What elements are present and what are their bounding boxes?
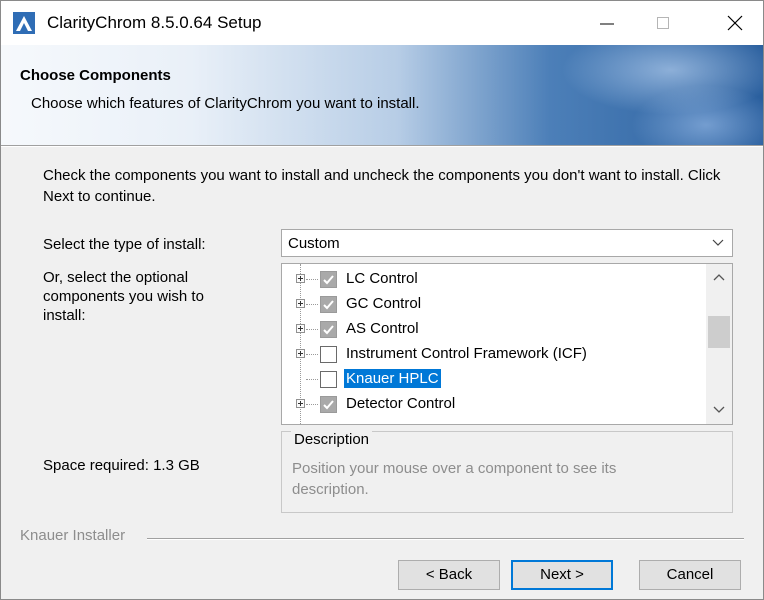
back-button[interactable]: < Back xyxy=(398,560,500,590)
tree-connector xyxy=(306,404,318,405)
tree-connector xyxy=(306,279,318,280)
chevron-down-icon xyxy=(712,239,724,246)
component-label: Instrument Control Framework (ICF) xyxy=(346,345,587,362)
checkmark-icon xyxy=(323,275,334,285)
setup-window: ClarityChrom 8.5.0.64 Setup Choose Compo… xyxy=(0,0,764,600)
next-button-label: Next > xyxy=(540,566,584,583)
tree-item[interactable]: Detector Control xyxy=(282,392,702,417)
component-label: Detector Control xyxy=(346,395,456,412)
description-text: Position your mouse over a component to … xyxy=(292,460,617,498)
install-type-value: Custom xyxy=(288,235,340,252)
minimize-icon xyxy=(600,23,614,25)
minimize-button[interactable] xyxy=(579,1,635,45)
component-checkbox[interactable] xyxy=(320,296,337,313)
cancel-button-label: Cancel xyxy=(666,566,714,583)
component-checkbox[interactable] xyxy=(320,346,337,363)
close-icon xyxy=(727,15,743,31)
component-checkbox[interactable] xyxy=(320,271,337,288)
app-logo-icon xyxy=(13,12,35,34)
component-label: AS Control xyxy=(346,320,419,337)
expand-icon[interactable] xyxy=(296,399,305,408)
component-label: GC Control xyxy=(346,295,422,312)
back-button-label: < Back xyxy=(425,566,473,583)
install-type-dropdown[interactable]: Custom xyxy=(281,229,733,257)
component-checkbox[interactable] xyxy=(320,396,337,413)
maximize-icon xyxy=(657,17,669,29)
close-button[interactable] xyxy=(707,1,763,45)
page-title: Choose Components xyxy=(20,67,171,84)
tree-item[interactable]: Knauer HPLC xyxy=(282,367,702,392)
component-label: LC Control xyxy=(346,270,418,287)
maximize-button[interactable] xyxy=(635,1,691,45)
tree-connector xyxy=(306,329,318,330)
page-subtitle: Choose which features of ClarityChrom yo… xyxy=(31,95,420,112)
checkmark-icon xyxy=(323,400,334,410)
checkmark-icon xyxy=(323,300,334,310)
window-title: ClarityChrom 8.5.0.64 Setup xyxy=(47,13,262,32)
checkmark-icon xyxy=(323,325,334,335)
tree-item[interactable]: LC Control xyxy=(282,267,702,292)
component-checkbox[interactable] xyxy=(320,321,337,338)
tree-scrollbar[interactable] xyxy=(706,264,732,424)
page-header: Choose Components Choose which features … xyxy=(1,45,763,145)
expand-icon[interactable] xyxy=(296,299,305,308)
tree-connector xyxy=(306,304,318,305)
title-bar[interactable]: ClarityChrom 8.5.0.64 Setup xyxy=(1,1,763,45)
tree-connector xyxy=(306,354,318,355)
space-required: Space required: 1.3 GB xyxy=(43,457,200,474)
expand-icon[interactable] xyxy=(296,349,305,358)
expand-icon[interactable] xyxy=(296,324,305,333)
tree-item[interactable]: Instrument Control Framework (ICF) xyxy=(282,342,702,367)
components-tree[interactable]: LC Control GC Control AS Control Instrument… xyxy=(281,263,733,425)
component-label: Knauer HPLC xyxy=(344,369,441,388)
component-checkbox[interactable] xyxy=(320,371,337,388)
next-button[interactable]: Next > xyxy=(511,560,613,590)
description-title: Description xyxy=(291,431,373,448)
optional-components-label: Or, select the optional components you w… xyxy=(43,269,204,324)
header-divider xyxy=(1,145,763,147)
installer-branding: Knauer Installer xyxy=(20,527,126,544)
footer-divider xyxy=(147,538,744,540)
scroll-down-icon[interactable] xyxy=(713,406,725,414)
instructions-text: Check the components you want to install… xyxy=(43,167,721,205)
scrollbar-thumb[interactable] xyxy=(708,316,730,348)
tree-item[interactable]: AS Control xyxy=(282,317,702,342)
cancel-button[interactable]: Cancel xyxy=(639,560,741,590)
install-type-label: Select the type of install: xyxy=(43,236,206,253)
tree-item[interactable]: GC Control xyxy=(282,292,702,317)
expand-icon[interactable] xyxy=(296,274,305,283)
tree-connector xyxy=(306,379,318,380)
scroll-up-icon[interactable] xyxy=(713,273,725,281)
